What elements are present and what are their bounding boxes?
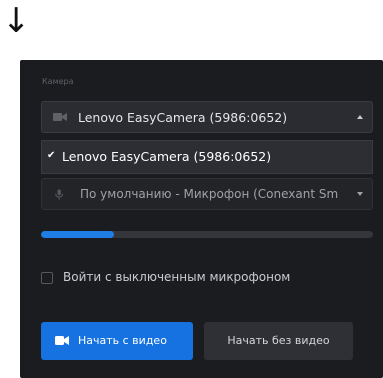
chevron-down-icon: [357, 192, 363, 196]
media-settings-panel: Камера Lenovo EasyCamera (5986:0652) ✔ L…: [20, 60, 383, 378]
mute-checkbox-label: Войти с выключенным микрофоном: [63, 270, 291, 284]
microphone-select[interactable]: По умолчанию - Микрофон (Conexant Sm: [41, 178, 373, 210]
camera-dropdown: ✔ Lenovo EasyCamera (5986:0652): [41, 140, 373, 174]
checkmark-icon: ✔: [47, 150, 56, 161]
camera-option[interactable]: ✔ Lenovo EasyCamera (5986:0652): [42, 141, 372, 173]
camera-select-value: Lenovo EasyCamera (5986:0652): [78, 110, 288, 125]
microphone-icon: [55, 189, 64, 200]
camera-option-label: Lenovo EasyCamera (5986:0652): [62, 149, 272, 164]
mute-checkbox[interactable]: [41, 272, 53, 284]
camera-icon: [53, 113, 67, 121]
video-camera-icon: [55, 336, 69, 345]
start-without-video-label: Начать без видео: [227, 334, 330, 347]
mute-option-row[interactable]: Войти с выключенным микрофоном: [41, 270, 361, 286]
start-with-video-label: Начать с видео: [78, 334, 167, 347]
chevron-up-icon: [357, 115, 363, 119]
microphone-select-value: По умолчанию - Микрофон (Conexant Sm: [80, 187, 339, 201]
mic-level-fill: [41, 231, 115, 238]
start-with-video-button[interactable]: Начать с видео: [41, 322, 193, 360]
camera-select[interactable]: Lenovo EasyCamera (5986:0652): [41, 101, 373, 133]
camera-section-label: Камера: [42, 77, 74, 86]
start-without-video-button[interactable]: Начать без видео: [204, 322, 353, 360]
down-arrow-icon: ↓: [2, 1, 31, 41]
mic-level-meter: [41, 231, 373, 238]
